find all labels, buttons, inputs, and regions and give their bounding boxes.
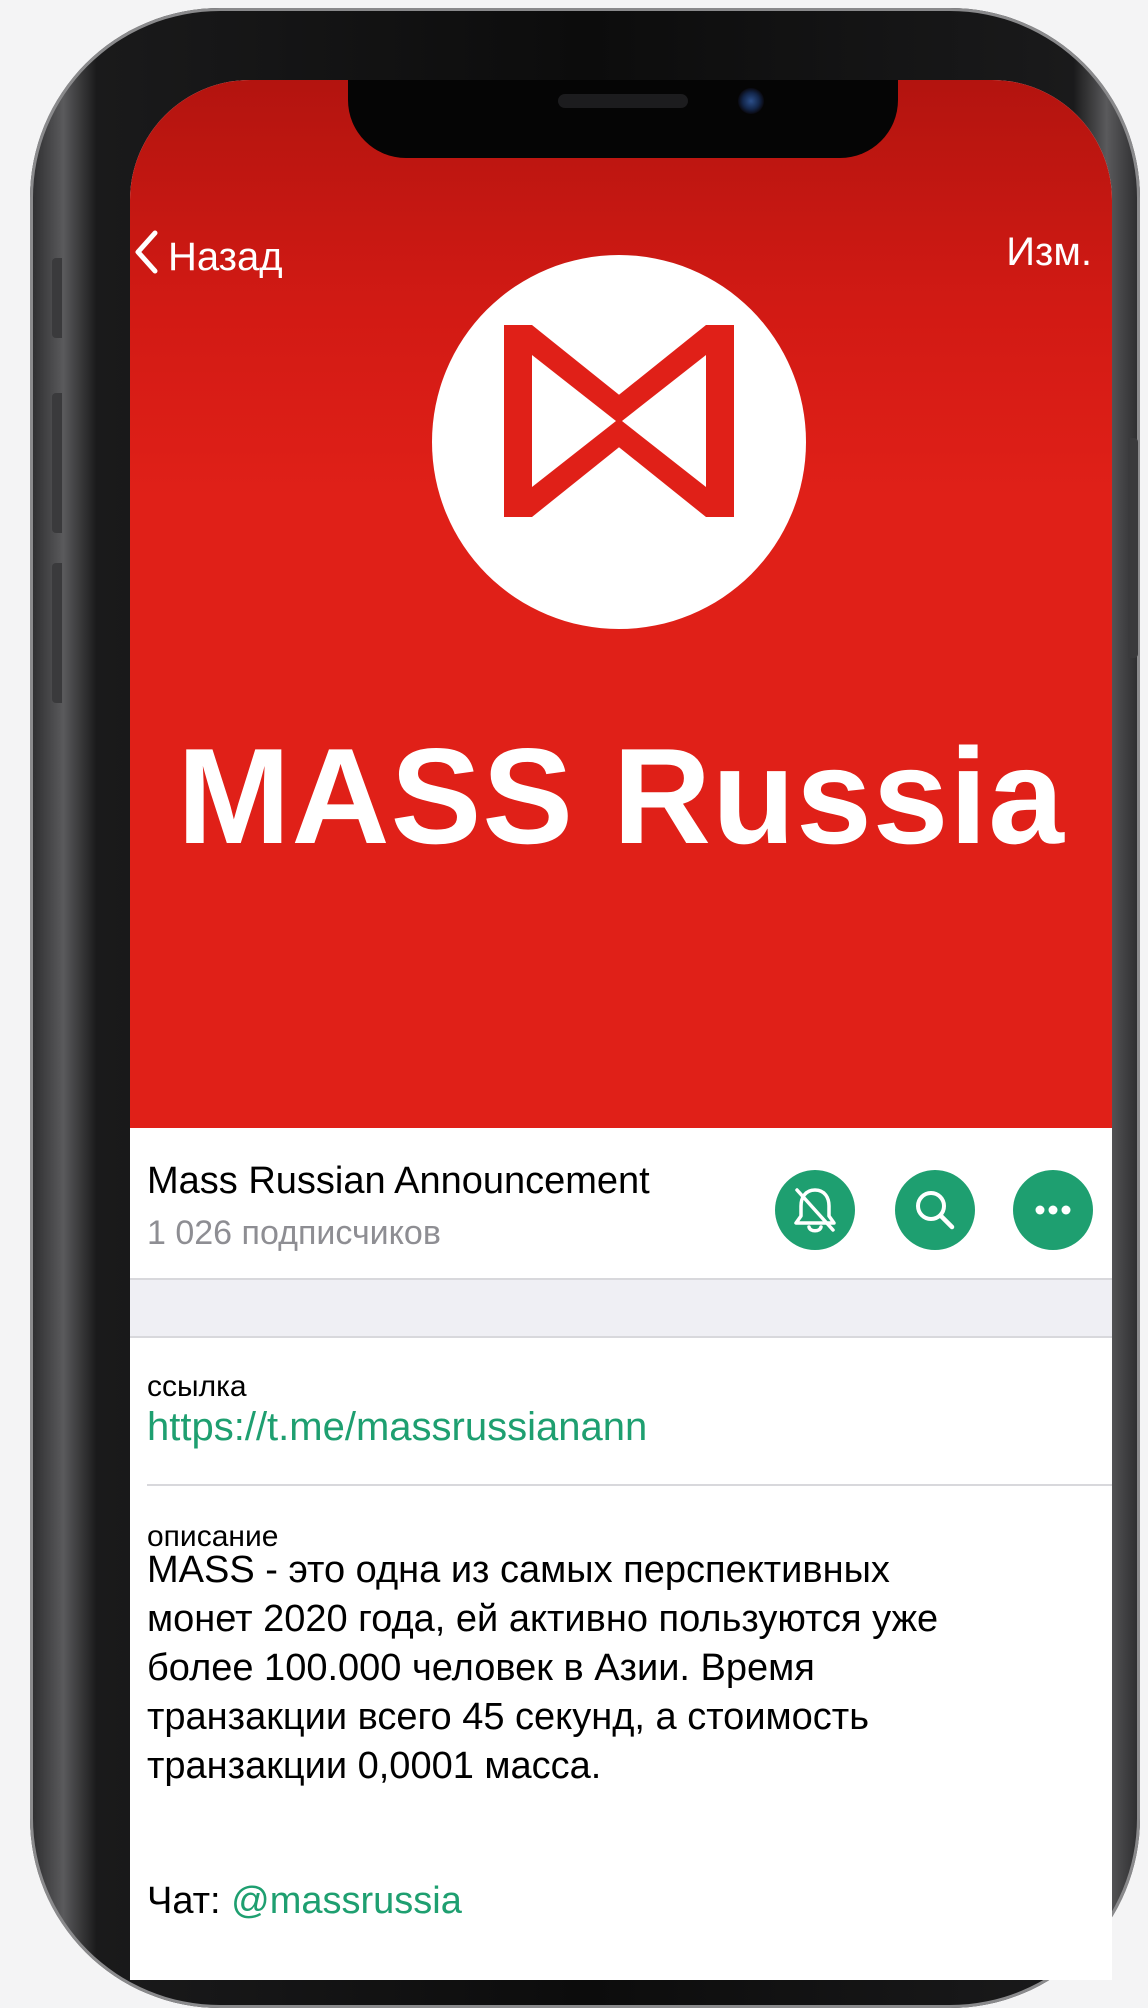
front-camera <box>738 88 764 114</box>
chevron-left-icon <box>134 230 168 284</box>
brand-title: MASS Russia <box>177 720 1065 872</box>
volume-up-button <box>52 393 62 533</box>
description-text: MASS - это одна из самых перспективных м… <box>147 1549 939 1787</box>
edit-button[interactable]: Изм. <box>1006 230 1092 275</box>
more-icon <box>1035 1205 1071 1215</box>
chat-line: Чат: @massrussia <box>147 1880 462 1923</box>
channel-link[interactable]: https://t.me/massrussianann <box>147 1405 647 1450</box>
chat-link[interactable]: @massrussia <box>231 1880 462 1922</box>
mute-button[interactable] <box>775 1170 855 1250</box>
bell-slash-icon <box>794 1188 836 1233</box>
chat-label: Чат: <box>147 1880 232 1922</box>
notch <box>348 80 898 158</box>
search-icon <box>916 1191 955 1230</box>
mass-logo-icon <box>432 255 806 629</box>
more-button[interactable] <box>1013 1170 1093 1250</box>
back-label: Назад <box>168 234 283 279</box>
phone-frame: Назад Изм. MASS Russia Mass Russian Anno… <box>30 8 1140 2008</box>
screen: Назад Изм. MASS Russia Mass Russian Anno… <box>130 80 1112 1980</box>
speaker-grille <box>558 94 688 108</box>
section-separator <box>130 1278 1112 1338</box>
subscriber-count: 1 026 подписчиков <box>147 1214 441 1252</box>
volume-down-button <box>52 563 62 703</box>
divider <box>147 1484 1112 1486</box>
silent-switch <box>52 258 62 338</box>
channel-name: Mass Russian Announcement <box>147 1160 650 1202</box>
channel-banner: Назад Изм. MASS Russia <box>130 80 1112 1128</box>
link-label: ссылка <box>147 1370 247 1403</box>
search-button[interactable] <box>895 1170 975 1250</box>
power-button <box>1128 438 1138 658</box>
back-button[interactable]: Назад <box>134 230 283 284</box>
channel-header: Mass Russian Announcement 1 026 подписчи… <box>130 1128 1112 1278</box>
